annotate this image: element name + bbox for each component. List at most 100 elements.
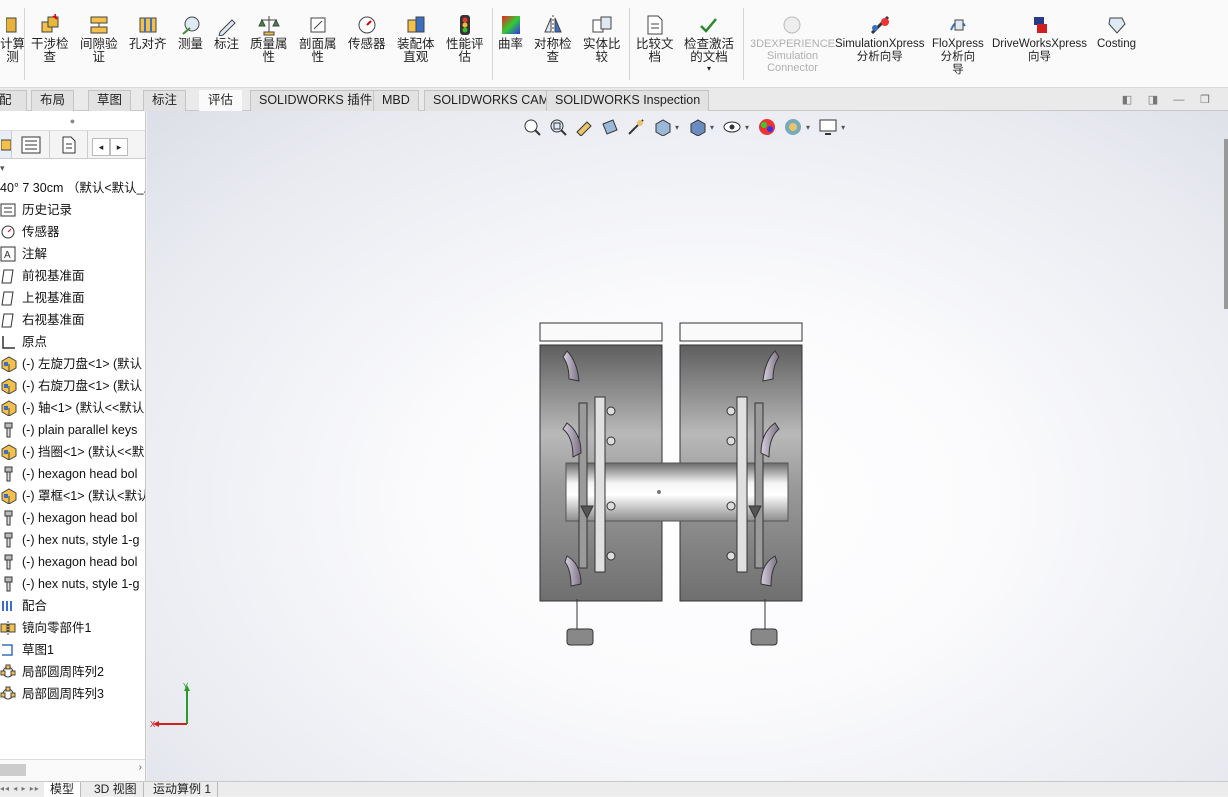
tree-item[interactable]: (-) hex nuts, style 1-g	[0, 573, 145, 595]
toolbox-icon	[0, 532, 17, 548]
command-tabs: 配体 布局 草图 标注 评估 SOLIDWORKS 插件 MBD SOLIDWO…	[0, 88, 1228, 126]
assembly-model[interactable]: Y X	[147, 111, 1228, 781]
tree-item[interactable]: (-) hexagon head bol	[0, 507, 145, 529]
floxpress-icon	[947, 14, 969, 36]
mass-props-label: 质量属 性	[250, 37, 288, 64]
sensor-button[interactable]: 传感器	[348, 14, 386, 51]
tree-item-label: (-) 挡圈<1> (默认<<默	[22, 445, 145, 459]
tree-item[interactable]: 原点	[0, 331, 145, 353]
tree-item[interactable]: 传感器	[0, 221, 145, 243]
tile-left-icon[interactable]: ◧	[1120, 94, 1134, 106]
curvature-label: 曲率	[498, 37, 524, 51]
pattern-icon	[0, 686, 17, 702]
panel-scroll-right-icon[interactable]: ▸	[110, 137, 128, 156]
tree-item-label: 局部圆周阵列2	[22, 665, 104, 679]
floxpress-button[interactable]: FloXpress 分析向 导	[932, 14, 984, 77]
tree-item[interactable]: 上视基准面	[0, 287, 145, 309]
compare-geom-icon	[591, 14, 613, 36]
tab-nav-arrows-icon[interactable]: ◂◂ ◂ ▸ ▸▸	[0, 782, 42, 797]
assembly-visual-icon	[405, 14, 427, 36]
symmetry-button[interactable]: 对称检 查	[534, 14, 572, 64]
compare-geom-button[interactable]: 实体比 较	[583, 14, 621, 64]
filter-icon[interactable]: ▾	[0, 159, 145, 177]
tree-item[interactable]: 配合	[0, 595, 145, 617]
minimize-icon[interactable]: —	[1172, 94, 1186, 106]
tree-item[interactable]: A 注解	[0, 243, 145, 265]
calc-label: 计算 测	[0, 37, 26, 64]
tree-item[interactable]: (-) hexagon head bol	[0, 463, 145, 485]
tab-layout[interactable]: 布局	[31, 90, 75, 111]
tab-solidworks-inspection[interactable]: SOLIDWORKS Inspection	[546, 90, 710, 111]
tab-motion-study[interactable]: 运动算例 1	[147, 782, 219, 797]
simxpress-button[interactable]: SimulationXpress 分析向导	[835, 14, 924, 64]
tree-item[interactable]: (-) 右旋刀盘<1> (默认	[0, 375, 145, 397]
tree-item-label: (-) plain parallel keys	[22, 423, 138, 437]
check-active-button[interactable]: 检查激活 的文档 ▾	[684, 14, 734, 74]
tree-item[interactable]: (-) 轴<1> (默认<<默认	[0, 397, 145, 419]
simxpress-label: SimulationXpress 分析向导	[835, 38, 925, 63]
panel-scroll-left-icon[interactable]: ◂	[92, 137, 110, 156]
tab-solidworks-cam[interactable]: SOLIDWORKS CAM	[424, 90, 558, 111]
tree-item[interactable]: 局部圆周阵列3	[0, 683, 145, 705]
tree-item-label: 上视基准面	[22, 291, 85, 305]
markup-button[interactable]: 标注	[214, 14, 239, 51]
tree-item[interactable]: 局部圆周阵列2	[0, 661, 145, 683]
3dexp-button: 3DEXPERIENCE Simulation Connector	[750, 14, 835, 74]
tab-evaluate[interactable]: 评估	[199, 90, 243, 111]
tree-item[interactable]: (-) plain parallel keys	[0, 419, 145, 441]
panel-hscroll-thumb[interactable]	[0, 764, 26, 776]
tree-item[interactable]: (-) 左旋刀盘<1> (默认	[0, 353, 145, 375]
hole-align-button[interactable]: 孔对齐	[129, 14, 167, 51]
tree-item[interactable]: (-) hex nuts, style 1-g	[0, 529, 145, 551]
measure-icon	[180, 14, 202, 36]
property-manager-tab-icon[interactable]	[12, 131, 50, 158]
tab-model[interactable]: 模型	[44, 782, 82, 797]
restore-icon[interactable]: ❐	[1198, 94, 1212, 106]
tree-item[interactable]: 草图1	[0, 639, 145, 661]
calc-button-partial[interactable]: 计算 测	[0, 14, 25, 64]
toolbox-icon	[0, 466, 17, 482]
toolbox-icon	[0, 554, 17, 570]
section-props-button[interactable]: 剖面属 性	[299, 14, 337, 64]
tree-item[interactable]: (-) 罩框<1> (默认<默认	[0, 485, 145, 507]
tab-solidworks-addins[interactable]: SOLIDWORKS 插件	[250, 90, 382, 111]
tree-item[interactable]: (-) hexagon head bol	[0, 551, 145, 573]
interference-button[interactable]: 干涉检 查	[31, 14, 69, 64]
clearance-button[interactable]: 间隙验 证	[80, 14, 118, 64]
tab-assembly[interactable]: 配体	[0, 90, 27, 126]
tree-item-label: (-) hex nuts, style 1-g	[22, 533, 140, 547]
tree-item[interactable]: 镜向零部件1	[0, 617, 145, 639]
costing-button[interactable]: Costing	[1097, 14, 1136, 51]
compare-docs-icon	[644, 14, 666, 36]
panel-hscroll-right-icon[interactable]: ›	[139, 762, 142, 773]
tree-root[interactable]: 40° 7 30cm （默认<默认_显	[0, 177, 145, 199]
mass-props-button[interactable]: 质量属 性	[250, 14, 288, 64]
curvature-button[interactable]: 曲率	[498, 14, 523, 51]
performance-button[interactable]: 性能评 估	[446, 14, 484, 64]
tree-item[interactable]: 右视基准面	[0, 309, 145, 331]
panel-hscroll[interactable]: ›	[0, 759, 145, 781]
tree-item[interactable]: (-) 挡圈<1> (默认<<默	[0, 441, 145, 463]
feature-tree-tab-icon[interactable]	[0, 131, 12, 158]
tree-item[interactable]: 历史记录	[0, 199, 145, 221]
config-manager-tab-icon[interactable]	[50, 131, 88, 158]
toolbox-icon	[0, 576, 17, 592]
tab-3d-views[interactable]: 3D 视图	[88, 782, 144, 797]
panel-grip-icon[interactable]: ●	[0, 111, 145, 131]
measure-button[interactable]: 测量	[178, 14, 203, 51]
section-icon	[307, 14, 329, 36]
tab-mbd[interactable]: MBD	[373, 90, 419, 111]
driveworks-button[interactable]: DriveWorksXpress 向导	[992, 14, 1087, 64]
graphics-area[interactable]: ▾ ▾ ▾ ▾ ▾ Y X	[147, 111, 1228, 781]
tab-markup[interactable]: 标注	[143, 90, 187, 111]
hole-align-label: 孔对齐	[129, 37, 167, 51]
tree-item-label: 局部圆周阵列3	[22, 687, 104, 701]
tile-right-icon[interactable]: ◨	[1146, 94, 1160, 106]
tree-item[interactable]: 前视基准面	[0, 265, 145, 287]
assembly-visual-button[interactable]: 装配体 直观	[397, 14, 435, 64]
compare-docs-button[interactable]: 比较文 档	[636, 14, 674, 64]
triad-x-label: X	[150, 720, 156, 729]
check-active-dropdown-icon[interactable]: ▾	[707, 64, 711, 74]
part-icon	[0, 400, 17, 417]
tab-sketch[interactable]: 草图	[88, 90, 132, 111]
